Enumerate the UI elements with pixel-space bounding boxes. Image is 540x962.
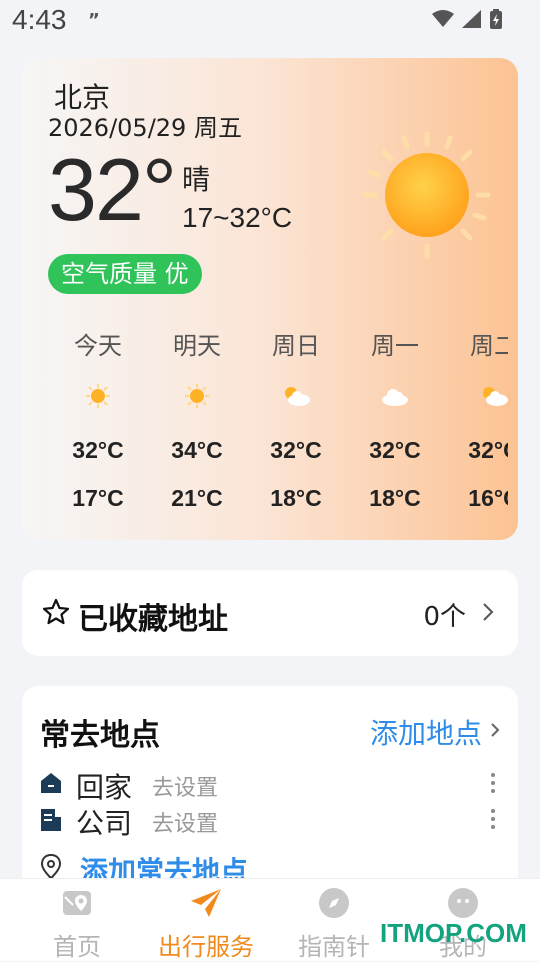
partly-cloudy-icon xyxy=(246,366,346,426)
current-temperature: 32° xyxy=(48,140,177,239)
forecast-day-label: 周一 xyxy=(371,332,419,360)
cloud-icon xyxy=(345,366,445,426)
cellular-signal-icon xyxy=(462,10,482,28)
favorites-title: 已收藏地址 xyxy=(78,602,228,637)
forecast-day: 明天 34°C 21°C xyxy=(147,326,247,516)
weather-condition: 晴 xyxy=(182,163,211,196)
star-icon xyxy=(42,598,70,630)
forecast-high: 32°C xyxy=(72,437,124,463)
date-label: 2026/05/29 周五 xyxy=(48,114,242,142)
wifi-icon xyxy=(432,10,454,28)
nav-item-home[interactable]: 首页 xyxy=(12,885,142,962)
forecast-day: 周二 32°C 16°C xyxy=(444,326,508,516)
forecast-day-label: 周日 xyxy=(272,332,320,360)
nav-label: 首页 xyxy=(53,933,101,961)
paper-plane-icon xyxy=(141,885,271,921)
more-options-icon[interactable] xyxy=(490,808,496,834)
notification-icon: ” xyxy=(88,10,100,31)
weather-card[interactable]: 北京 2026/05/29 周五 32° 晴 17~32°C 空气质量 优 今天… xyxy=(22,58,518,540)
favorites-card[interactable]: 已收藏地址 0个 xyxy=(22,570,518,656)
profile-icon xyxy=(398,885,528,921)
map-icon xyxy=(12,885,142,921)
forecast-high: 34°C xyxy=(171,437,223,463)
forecast-strip[interactable]: 今天 32°C 17°C 明天 34°C 21°C 周日 32°C 18°C 周… xyxy=(48,326,508,516)
chevron-right-icon xyxy=(490,722,500,742)
place-row-office[interactable]: 公司 去设置 xyxy=(40,802,510,840)
forecast-low: 16°C xyxy=(468,485,508,511)
place-name: 回家 xyxy=(76,771,133,804)
compass-icon xyxy=(269,885,399,921)
add-place-button[interactable]: 添加地点 xyxy=(370,712,482,752)
forecast-day-label: 今天 xyxy=(74,332,122,360)
partly-cloudy-icon xyxy=(444,366,508,426)
air-quality-badge: 空气质量 优 xyxy=(48,254,202,294)
place-row-home[interactable]: 回家 去设置 xyxy=(40,766,510,804)
forecast-high: 32°C xyxy=(270,437,322,463)
status-bar: 4:43 ” xyxy=(0,0,540,44)
temperature-range: 17~32°C xyxy=(182,202,293,233)
sun-icon xyxy=(362,130,492,260)
battery-charging-icon xyxy=(490,9,502,29)
office-icon xyxy=(40,808,62,836)
forecast-day-label: 明天 xyxy=(173,332,221,360)
nav-label: 出行服务 xyxy=(158,933,254,961)
nav-item-travel[interactable]: 出行服务 xyxy=(141,885,271,962)
more-options-icon[interactable] xyxy=(490,772,496,798)
home-icon xyxy=(40,772,62,798)
forecast-day: 今天 32°C 17°C xyxy=(48,326,148,516)
forecast-high: 32°C xyxy=(468,437,508,463)
forecast-high: 32°C xyxy=(369,437,421,463)
forecast-low: 18°C xyxy=(369,485,421,511)
forecast-day: 周日 32°C 18°C xyxy=(246,326,346,516)
chevron-right-icon xyxy=(482,602,494,626)
status-time: 4:43 xyxy=(12,4,67,35)
sun-icon xyxy=(48,366,148,426)
watermark: ITMOP.COM xyxy=(380,918,527,948)
forecast-low: 18°C xyxy=(270,485,322,511)
place-setup-link[interactable]: 去设置 xyxy=(152,806,218,838)
forecast-day: 周一 32°C 18°C xyxy=(345,326,445,516)
sun-icon xyxy=(147,366,247,426)
frequent-places-card: 常去地点 添加地点 回家 去设置 公司 去设置 添加常去地点 xyxy=(22,686,518,906)
favorites-count: 0个 xyxy=(423,602,466,632)
forecast-low: 21°C xyxy=(171,485,223,511)
status-icons xyxy=(432,8,502,30)
place-name: 公司 xyxy=(76,807,133,840)
forecast-low: 17°C xyxy=(72,485,124,511)
place-setup-link[interactable]: 去设置 xyxy=(152,770,218,802)
frequent-places-title: 常去地点 xyxy=(40,718,160,753)
forecast-day-label: 周二 xyxy=(470,332,508,360)
